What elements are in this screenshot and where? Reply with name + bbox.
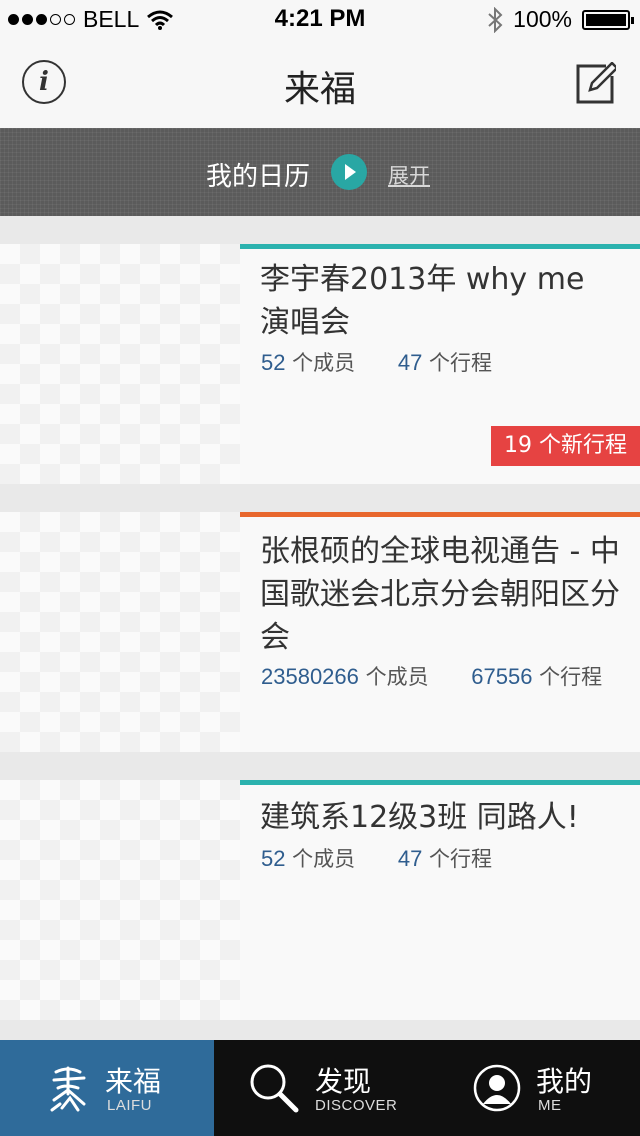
group-thumbnail [0, 512, 240, 752]
member-label: 个成员 [292, 847, 356, 871]
bluetooth-icon [488, 6, 503, 33]
tab-discover[interactable]: 发现 DISCOVER [214, 1040, 427, 1136]
laifu-logo-icon [50, 1066, 86, 1112]
status-right: 100% [487, 6, 634, 33]
user-avatar-icon [473, 1064, 521, 1112]
group-title: 李宇春2013年 why me 演唱会 [260, 262, 585, 340]
event-count: 47 [397, 846, 423, 871]
group-stats: 23580266 个成员 67556 个行程 [261, 661, 602, 691]
status-bar: BELL 4:21 PM 100% [0, 0, 640, 40]
my-calendar-bar[interactable]: 我的日历 展开 [0, 128, 640, 216]
event-count: 67556 [471, 664, 533, 689]
compose-icon[interactable] [576, 62, 616, 104]
group-title: 张根硕的全球电视通告 - 中国歌迷会北京分会朝阳区分会 [260, 534, 620, 655]
card-accent-stripe [240, 780, 640, 785]
event-label: 个行程 [429, 351, 493, 375]
event-label: 个行程 [429, 847, 493, 871]
member-count: 52 [261, 846, 286, 871]
tab-sublabel: DISCOVER [315, 1097, 398, 1114]
tab-bar: 来福 LAIFU 发现 DISCOVER 我的 ME [0, 1040, 640, 1136]
group-thumbnail [0, 780, 240, 1020]
member-label: 个成员 [292, 351, 356, 375]
group-card[interactable]: 张根硕的全球电视通告 - 中国歌迷会北京分会朝阳区分会 23580266 个成员… [0, 512, 640, 752]
member-count: 52 [261, 350, 286, 375]
card-accent-stripe [240, 512, 640, 517]
member-label: 个成员 [365, 665, 429, 689]
event-count: 47 [397, 350, 423, 375]
tab-label: 我的 [536, 1065, 593, 1098]
group-card[interactable]: 李宇春2013年 why me 演唱会 52 个成员 47 个行程 19 个新行… [0, 244, 640, 484]
group-stats: 52 个成员 47 个行程 [261, 347, 492, 377]
new-events-badge: 19 个新行程 [491, 426, 640, 466]
navigation-bar: i 来福 [0, 40, 640, 128]
tab-label: 发现 [315, 1065, 372, 1098]
expand-link[interactable]: 展开 [388, 160, 430, 190]
tab-laifu[interactable]: 来福 LAIFU [0, 1040, 214, 1136]
group-title: 建筑系12级3班 同路人! [260, 800, 579, 835]
play-icon[interactable] [331, 154, 367, 190]
tab-label: 来福 [105, 1065, 162, 1098]
member-count: 23580266 [261, 664, 359, 689]
tab-sublabel: LAIFU [107, 1097, 153, 1114]
battery-icon [582, 9, 634, 30]
group-card[interactable]: 建筑系12级3班 同路人! 52 个成员 47 个行程 [0, 780, 640, 1020]
tab-me[interactable]: 我的 ME [427, 1040, 640, 1136]
event-label: 个行程 [539, 665, 603, 689]
search-icon [250, 1064, 299, 1113]
card-accent-stripe [240, 244, 640, 249]
page-title: 来福 [283, 69, 356, 110]
group-stats: 52 个成员 47 个行程 [261, 843, 492, 873]
calendar-title: 我的日历 [206, 162, 311, 192]
battery-percent: 100% [513, 6, 572, 32]
tab-sublabel: ME [538, 1097, 562, 1114]
group-thumbnail [0, 244, 240, 484]
